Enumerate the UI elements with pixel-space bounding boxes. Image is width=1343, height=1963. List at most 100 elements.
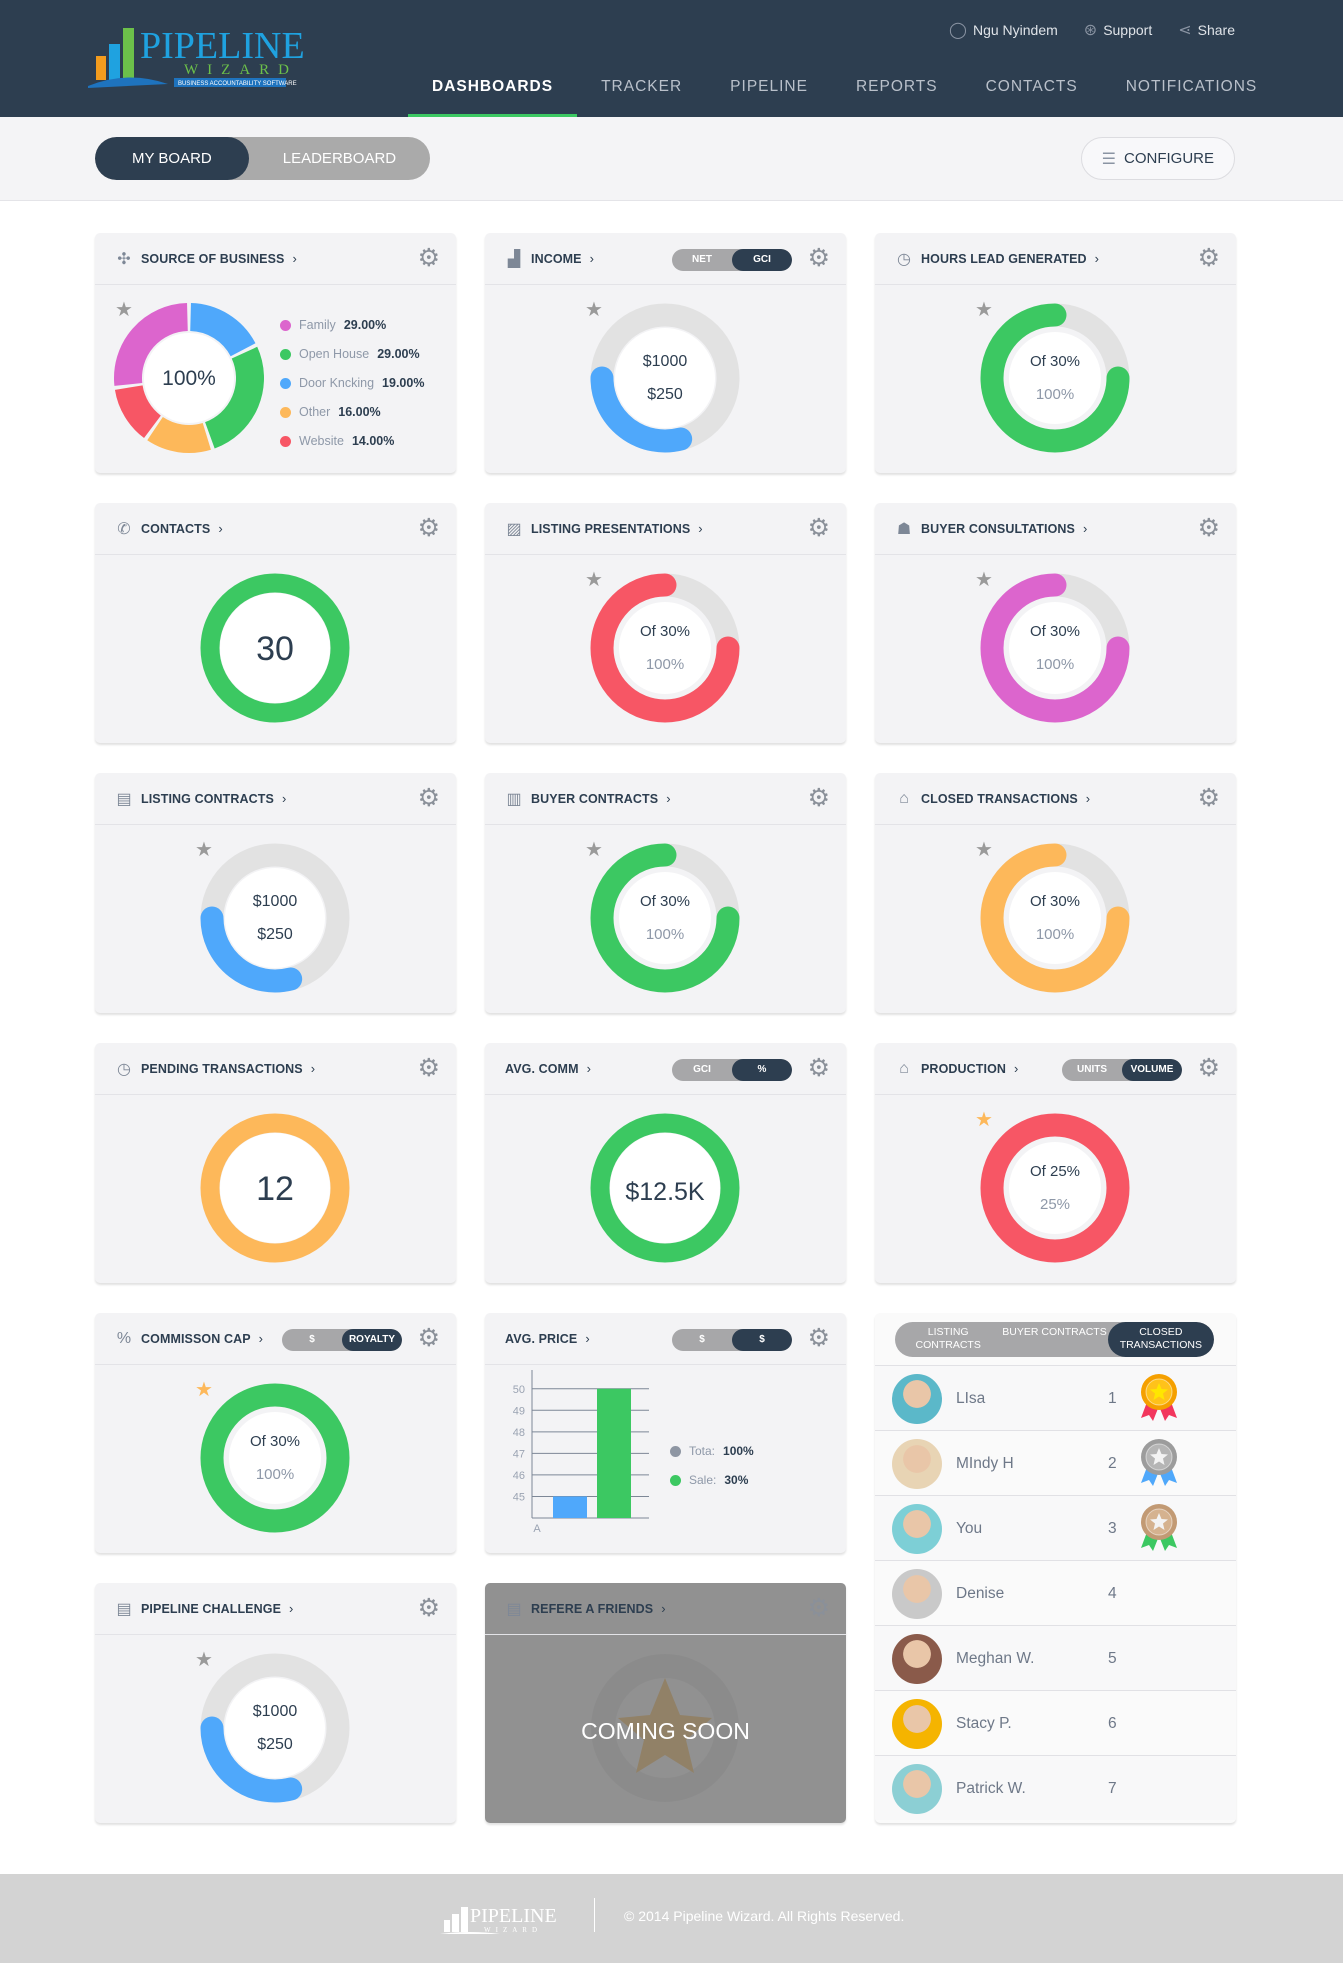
nav-pipeline[interactable]: PIPELINE <box>706 70 832 117</box>
gauge-primary: Of 25% <box>1030 1163 1080 1180</box>
chevron-right-icon[interactable]: › <box>590 251 594 266</box>
leaderboard-row[interactable]: Patrick W. 7 <box>875 1755 1236 1820</box>
gear-icon[interactable]: ⚙ <box>1198 785 1220 811</box>
leaderboard-row[interactable]: Meghan W. 5 <box>875 1625 1236 1690</box>
chevron-right-icon[interactable]: › <box>1014 1061 1018 1076</box>
leaderboard-name: Patrick W. <box>956 1780 1026 1797</box>
toplink-support[interactable]: ⊛ Support <box>1084 20 1152 40</box>
leaderboard-tab[interactable]: BUYER CONTRACTS <box>1001 1322 1107 1357</box>
chevron-right-icon[interactable]: › <box>1083 521 1087 536</box>
gauge-primary: Of 30% <box>640 623 690 640</box>
gear-icon[interactable]: ⚙ <box>418 1595 440 1621</box>
card-title-link[interactable]: PIPELINE CHALLENGE <box>141 1602 281 1616</box>
toplink-share[interactable]: ⋖ Share <box>1178 20 1235 40</box>
board-tab-my-board[interactable]: MY BOARD <box>95 137 249 180</box>
gear-icon[interactable]: ⚙ <box>1198 515 1220 541</box>
nav-reports[interactable]: REPORTS <box>832 70 962 117</box>
gear-icon[interactable]: ⚙ <box>1198 1055 1220 1081</box>
gear-icon[interactable]: ⚙ <box>1198 245 1220 271</box>
toggle-option[interactable]: ROYALTY <box>342 1329 402 1351</box>
card-title-link[interactable]: PRODUCTION <box>921 1062 1006 1076</box>
chevron-right-icon[interactable]: › <box>1086 791 1090 806</box>
card-header: AVG. PRICE › $ $ ⚙ <box>485 1313 846 1365</box>
leaderboard-row[interactable]: Stacy P. 6 <box>875 1690 1236 1755</box>
card-title-link[interactable]: AVG. COMM <box>505 1062 579 1076</box>
card-title-link[interactable]: HOURS LEAD GENERATED <box>921 252 1087 266</box>
leaderboard-row[interactable]: Denise 4 <box>875 1560 1236 1625</box>
toplink-label: Share <box>1197 22 1235 38</box>
leaderboard-row[interactable]: MIndy H 2 <box>875 1430 1236 1495</box>
chevron-right-icon[interactable]: › <box>585 1331 589 1346</box>
gear-icon[interactable]: ⚙ <box>418 785 440 811</box>
coming-soon-label: COMING SOON <box>581 1718 750 1744</box>
toggle-option[interactable]: VOLUME <box>1122 1059 1182 1081</box>
legend-value: 30% <box>724 1473 749 1487</box>
card-title-link[interactable]: CONTACTS <box>141 522 210 536</box>
leaderboard-row[interactable]: LIsa 1 <box>875 1365 1236 1430</box>
card-title-link[interactable]: INCOME <box>531 252 582 266</box>
gear-icon[interactable]: ⚙ <box>808 785 830 811</box>
card-title-link[interactable]: CLOSED TRANSACTIONS <box>921 792 1078 806</box>
card-title-link[interactable]: SOURCE OF BUSINESS <box>141 252 285 266</box>
legend-dot <box>280 378 291 389</box>
toggle-option[interactable]: NET <box>672 249 732 271</box>
chevron-right-icon[interactable]: › <box>293 251 297 266</box>
leaderboard-tab[interactable]: LISTING CONTRACTS <box>895 1322 1001 1357</box>
card-title-link[interactable]: AVG. PRICE <box>505 1332 577 1346</box>
toggle-option[interactable]: $ <box>282 1329 342 1351</box>
chevron-right-icon[interactable]: › <box>259 1331 263 1346</box>
chevron-right-icon[interactable]: › <box>289 1601 293 1616</box>
leaderboard-name: Stacy P. <box>956 1715 1012 1732</box>
top-header: PIPELINE WIZARD BUSINESS ACCOUNTABILITY … <box>0 0 1343 117</box>
card-header: ▥ BUYER CONTRACTS › ⚙ <box>485 773 846 825</box>
gauge-primary: Of 30% <box>1030 353 1080 370</box>
nav-dashboards[interactable]: DASHBOARDS <box>408 70 578 117</box>
card-title-link[interactable]: PENDING TRANSACTIONS <box>141 1062 303 1076</box>
gear-icon[interactable]: ⚙ <box>808 1595 830 1621</box>
card-title-link[interactable]: BUYER CONSULTATIONS <box>921 522 1075 536</box>
chevron-right-icon[interactable]: › <box>698 521 702 536</box>
gear-icon[interactable]: ⚙ <box>418 515 440 541</box>
refer-icon: ▤ <box>506 1600 522 1618</box>
gear-icon[interactable]: ⚙ <box>808 245 830 271</box>
pipeline-wizard-logo[interactable]: PIPELINE WIZARD BUSINESS ACCOUNTABILITY … <box>88 22 368 94</box>
nav-contacts[interactable]: CONTACTS <box>962 70 1102 117</box>
card-title-link[interactable]: BUYER CONTRACTS <box>531 792 658 806</box>
leaderboard-row[interactable]: You 3 <box>875 1495 1236 1560</box>
card-title-link[interactable]: REFERE A FRIENDS <box>531 1602 653 1616</box>
gauge-center <box>229 1412 321 1504</box>
card-title-link[interactable]: COMMISSON CAP <box>141 1332 251 1346</box>
toggle-option[interactable]: $ <box>672 1329 732 1351</box>
leaderboard-rank: 2 <box>1108 1455 1117 1472</box>
configure-button[interactable]: ☰ CONFIGURE <box>1080 137 1235 180</box>
chevron-right-icon[interactable]: › <box>282 791 286 806</box>
card-title-link[interactable]: LISTING PRESENTATIONS <box>531 522 690 536</box>
board-tab-leaderboard[interactable]: LEADERBOARD <box>249 137 430 180</box>
gear-icon[interactable]: ⚙ <box>808 1325 830 1351</box>
gear-icon[interactable]: ⚙ <box>808 515 830 541</box>
gear-icon[interactable]: ⚙ <box>418 1055 440 1081</box>
gauge-primary: $1000 <box>643 353 688 370</box>
card-title-link[interactable]: LISTING CONTRACTS <box>141 792 274 806</box>
toggle-option[interactable]: $ <box>732 1329 792 1351</box>
chevron-right-icon[interactable]: › <box>666 791 670 806</box>
leaderboard-tab[interactable]: CLOSED TRANSACTIONS <box>1107 1322 1214 1357</box>
toggle-option[interactable]: GCI <box>672 1059 732 1081</box>
chevron-right-icon[interactable]: › <box>218 521 222 536</box>
chevron-right-icon[interactable]: › <box>311 1061 315 1076</box>
chevron-right-icon[interactable]: › <box>587 1061 591 1076</box>
card-header: ◷ PENDING TRANSACTIONS › ⚙ <box>95 1043 456 1095</box>
bronze-medal-icon <box>1141 1504 1177 1551</box>
toggle-option[interactable]: UNITS <box>1062 1059 1122 1081</box>
chevron-right-icon[interactable]: › <box>1095 251 1099 266</box>
gear-icon[interactable]: ⚙ <box>808 1055 830 1081</box>
toggle-option[interactable]: % <box>732 1059 792 1081</box>
footer-divider <box>594 1898 595 1932</box>
toplink-ngu-nyindem[interactable]: ◯ Ngu Nyindem <box>949 20 1058 40</box>
chevron-right-icon[interactable]: › <box>661 1601 665 1616</box>
gear-icon[interactable]: ⚙ <box>418 245 440 271</box>
nav-tracker[interactable]: TRACKER <box>577 70 706 117</box>
toggle-option[interactable]: GCI <box>732 249 792 271</box>
gear-icon[interactable]: ⚙ <box>418 1325 440 1351</box>
nav-notifications[interactable]: NOTIFICATIONS <box>1102 70 1282 117</box>
